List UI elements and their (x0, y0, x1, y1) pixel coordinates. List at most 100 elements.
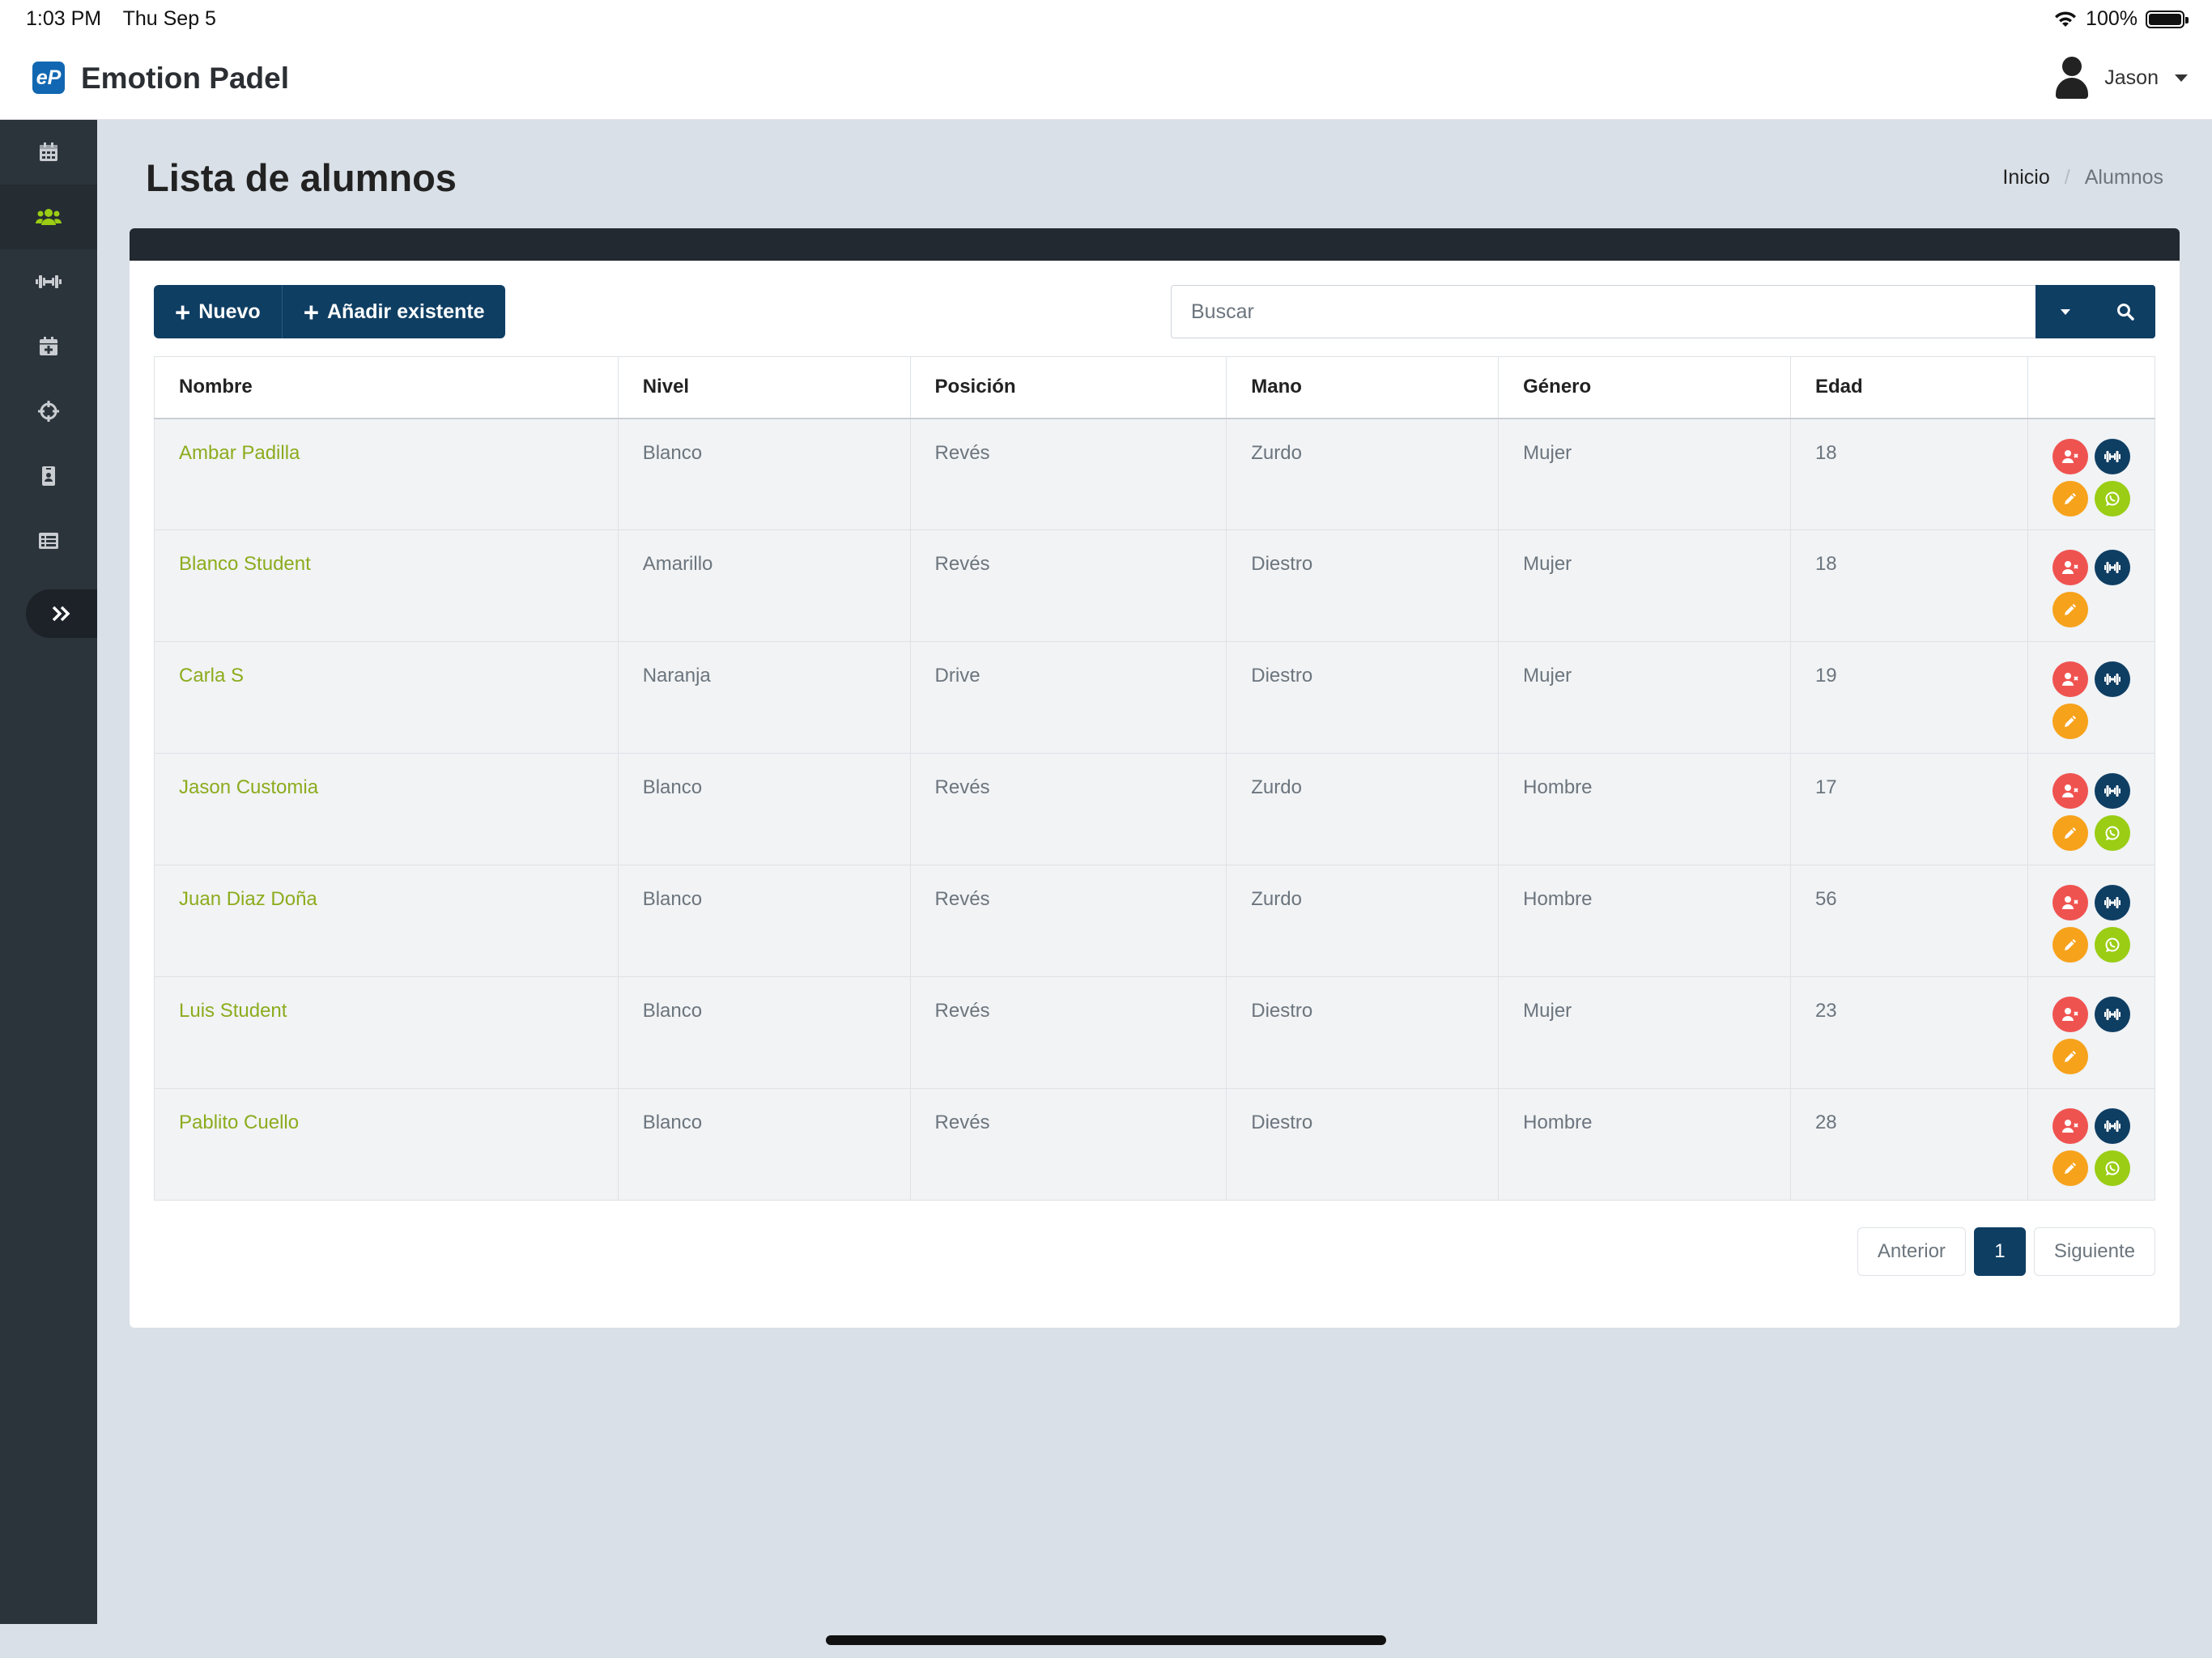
column-header-mano[interactable]: Mano (1226, 356, 1499, 419)
pagination-page-1[interactable]: 1 (1973, 1227, 2026, 1276)
pagination-prev[interactable]: Anterior (1857, 1227, 1966, 1276)
edit-student-button[interactable] (2052, 1150, 2088, 1186)
search-filter-dropdown[interactable] (2035, 285, 2095, 338)
sidebar-item-calendar[interactable] (0, 120, 97, 185)
edit-student-button[interactable] (2052, 480, 2088, 517)
cell-actions (2027, 976, 2156, 1089)
edit-student-button[interactable] (2052, 592, 2088, 627)
pencil-icon (2064, 827, 2076, 839)
pencil-icon (2064, 939, 2076, 950)
whatsapp-icon (2105, 826, 2120, 840)
cell-nivel: Blanco (617, 865, 911, 977)
column-header-nombre[interactable]: Nombre (154, 356, 619, 419)
edit-student-button[interactable] (2052, 704, 2088, 739)
pagination: Anterior 1 Siguiente (1857, 1227, 2155, 1276)
remove-student-button[interactable] (2052, 438, 2088, 474)
whatsapp-icon (2105, 491, 2120, 506)
cell-genero: Mujer (1498, 976, 1791, 1089)
remove-student-button[interactable] (2052, 997, 2088, 1032)
cell-posicion: Revés (909, 1088, 1227, 1201)
remove-student-button[interactable] (2052, 661, 2088, 697)
whatsapp-button[interactable] (2094, 927, 2130, 963)
app-logo[interactable]: eP (32, 62, 65, 94)
remove-student-button[interactable] (2052, 1108, 2088, 1144)
cell-posicion: Revés (909, 976, 1227, 1089)
cell-nombre[interactable]: Ambar Padilla (154, 418, 619, 530)
cell-nombre[interactable]: Blanco Student (154, 529, 619, 642)
column-header-edad[interactable]: Edad (1789, 356, 2028, 419)
cell-nivel: Naranja (617, 641, 911, 754)
cell-nombre[interactable]: Juan Diaz Doña (154, 865, 619, 977)
cell-posicion: Revés (909, 753, 1227, 865)
training-button[interactable] (2094, 438, 2130, 474)
user-menu[interactable]: Jason (2056, 57, 2188, 99)
search-input[interactable] (1171, 285, 2035, 338)
pagination-next[interactable]: Siguiente (2033, 1227, 2155, 1276)
table-row: Ambar Padilla Blanco Revés Zurdo Mujer 18 (154, 418, 2156, 530)
edit-student-button[interactable] (2052, 815, 2088, 851)
remove-student-button[interactable] (2052, 885, 2088, 920)
sidebar-item-badges[interactable] (0, 444, 97, 508)
page-title: Lista de alumnos (146, 156, 457, 199)
status-bar: 1:03 PM Thu Sep 5 100% (0, 0, 2212, 39)
caret-down-icon (2061, 309, 2070, 315)
sidebar-item-targets[interactable] (0, 379, 97, 444)
sidebar-item-users[interactable] (0, 185, 97, 249)
plus-icon: + (303, 296, 319, 327)
cell-edad: 18 (1789, 418, 2028, 530)
dumbbell-icon (36, 275, 62, 288)
training-button[interactable] (2094, 997, 2130, 1032)
sidebar-toggle[interactable] (26, 589, 97, 638)
user-remove-icon (2061, 896, 2078, 909)
battery-percent: 100% (2086, 7, 2138, 30)
cell-nivel: Amarillo (617, 529, 911, 642)
cell-nombre[interactable]: Luis Student (154, 976, 619, 1089)
breadcrumb-home[interactable]: Inicio (2002, 166, 2049, 189)
sidebar-item-list[interactable] (0, 508, 97, 573)
column-header-genero[interactable]: Género (1498, 356, 1791, 419)
remove-student-button[interactable] (2052, 773, 2088, 809)
edit-student-button[interactable] (2052, 1039, 2088, 1074)
cell-nivel: Blanco (617, 976, 911, 1089)
whatsapp-button[interactable] (2094, 480, 2130, 517)
new-student-button[interactable]: + Nuevo (154, 285, 282, 338)
user-remove-icon (2061, 449, 2078, 463)
sidebar-item-schedule[interactable] (0, 314, 97, 379)
id-badge-icon (42, 466, 55, 486)
pencil-icon (2064, 716, 2076, 727)
table-row: Blanco Student Amarillo Revés Diestro Mujer 1… (154, 529, 2156, 642)
training-button[interactable] (2094, 550, 2130, 585)
sidebar-item-training[interactable] (0, 249, 97, 314)
calendar-plus-icon (40, 337, 57, 355)
table-row: Juan Diaz Doña Blanco Revés Zurdo Hombre 56 (154, 865, 2156, 977)
pencil-icon (2064, 604, 2076, 615)
whatsapp-button[interactable] (2094, 1150, 2130, 1186)
breadcrumb-current: Alumnos (2084, 166, 2163, 189)
column-header-posicion[interactable]: Posición (909, 356, 1227, 419)
search-button[interactable] (2095, 285, 2155, 338)
app-title[interactable]: Emotion Padel (81, 62, 289, 96)
breadcrumb-separator: / (2064, 166, 2070, 189)
column-header-nivel[interactable]: Nivel (617, 356, 911, 419)
cell-nombre[interactable]: Pablito Cuello (154, 1088, 619, 1201)
remove-student-button[interactable] (2052, 550, 2088, 585)
column-header-actions (2027, 356, 2156, 419)
training-button[interactable] (2094, 773, 2130, 809)
cell-nombre[interactable]: Jason Customia (154, 753, 619, 865)
training-button[interactable] (2094, 1108, 2130, 1144)
whatsapp-button[interactable] (2094, 815, 2130, 851)
users-icon (36, 209, 62, 225)
dumbbell-icon (2104, 897, 2121, 908)
edit-student-button[interactable] (2052, 927, 2088, 963)
user-remove-icon (2061, 1008, 2078, 1021)
add-existing-button[interactable]: + Añadir existente (281, 285, 506, 338)
row-actions (2052, 1108, 2130, 1186)
row-actions (2052, 773, 2130, 851)
cell-nombre[interactable]: Carla S (154, 641, 619, 754)
cell-nivel: Blanco (617, 1088, 911, 1201)
training-button[interactable] (2094, 661, 2130, 697)
whatsapp-icon (2105, 937, 2120, 952)
training-button[interactable] (2094, 885, 2130, 920)
double-chevron-right-icon (52, 606, 70, 622)
row-actions (2052, 885, 2130, 963)
